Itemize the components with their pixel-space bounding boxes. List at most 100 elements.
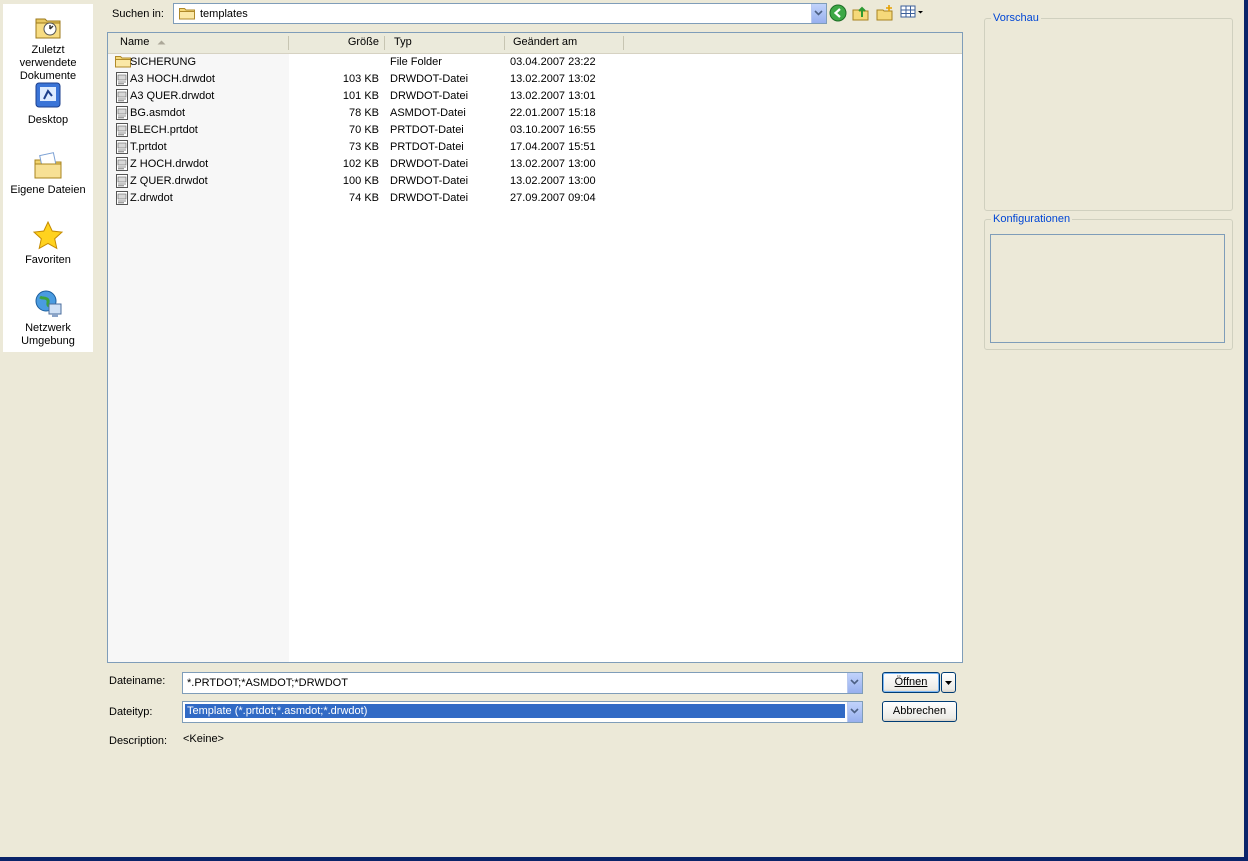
filetype-select[interactable]: Template (*.prtdot;*.asmdot;*.drwdot) (182, 701, 863, 723)
new-folder-icon (876, 5, 893, 21)
back-arrow-icon (829, 4, 847, 22)
file-type: PRTDOT-Datei (390, 124, 464, 136)
filetype-value: Template (*.prtdot;*.asmdot;*.drwdot) (184, 703, 846, 719)
column-header-type[interactable]: Typ (394, 33, 412, 52)
file-row[interactable]: A3 QUER.drwdot 101 KB DRWDOT-Datei 13.02.20… (108, 88, 962, 105)
filename-dropdown-button[interactable] (847, 673, 862, 693)
column-header-size[interactable]: Größe (290, 33, 379, 52)
my-documents-icon (32, 150, 64, 182)
cancel-button[interactable]: Abbrechen (882, 701, 957, 722)
file-name: BLECH.prtdot (130, 124, 198, 136)
file-type: DRWDOT-Datei (390, 175, 469, 187)
file-name: A3 QUER.drwdot (130, 90, 215, 102)
file-modified: 03.10.2007 16:55 (510, 124, 596, 136)
place-network[interactable]: Netzwerk Umgebung (3, 288, 93, 348)
file-type: ASMDOT-Datei (390, 107, 466, 119)
place-favorites[interactable]: Favoriten (3, 220, 93, 267)
file-name: Z QUER.drwdot (130, 175, 208, 187)
description-value: <Keine> (183, 733, 224, 745)
file-name: Z HOCH.drwdot (130, 158, 209, 170)
column-header-modified[interactable]: Geändert am (513, 33, 577, 52)
template-file-icon (115, 89, 129, 106)
dropdown-arrow-icon (945, 681, 952, 685)
lookin-dropdown-button[interactable] (811, 4, 826, 23)
file-list[interactable]: Name Größe Typ Geändert am SICHERUNG File… (107, 32, 963, 663)
file-size: 102 KB (342, 158, 379, 170)
folder-icon (179, 7, 195, 23)
file-row[interactable]: Z HOCH.drwdot 102 KB DRWDOT-Datei 13.02.200… (108, 156, 962, 173)
place-label: Zuletzt verwendete Dokumente (19, 44, 77, 82)
place-label: Eigene Dateien (10, 184, 86, 196)
place-label: Netzwerk Umgebung (21, 322, 75, 347)
window-border-right (1244, 0, 1248, 861)
column-separator[interactable] (288, 36, 289, 50)
template-file-icon (115, 174, 129, 191)
place-desktop[interactable]: Desktop (3, 80, 93, 127)
file-modified: 03.04.2007 23:22 (510, 56, 596, 68)
back-button[interactable] (829, 4, 849, 24)
file-name: T.prtdot (130, 141, 167, 153)
filetype-dropdown-button[interactable] (847, 702, 862, 722)
file-size: 103 KB (342, 73, 379, 85)
file-row[interactable]: Z QUER.drwdot 100 KB DRWDOT-Datei 13.02.200… (108, 173, 962, 190)
place-recent-documents[interactable]: Zuletzt verwendete Dokumente (3, 10, 93, 83)
preview-group: Vorschau (984, 12, 1233, 211)
filename-label: Dateiname: (109, 675, 166, 687)
filename-value: *.PRTDOT;*ASMDOT;*DRWDOT (187, 677, 348, 689)
file-row[interactable]: BLECH.prtdot 70 KB PRTDOT-Datei 03.10.2007 … (108, 122, 962, 139)
view-menu-button[interactable] (900, 4, 924, 24)
file-list-header: Name Größe Typ Geändert am (108, 33, 962, 54)
file-size: 100 KB (342, 175, 379, 187)
file-row[interactable]: BG.asmdot 78 KB ASMDOT-Datei 22.01.2007 15:… (108, 105, 962, 122)
file-size: 101 KB (342, 90, 379, 102)
open-button[interactable]: Öffnen (882, 672, 940, 693)
template-file-icon (115, 191, 129, 208)
file-modified: 13.02.2007 13:00 (510, 175, 596, 187)
open-options-button[interactable] (941, 672, 956, 693)
file-type: DRWDOT-Datei (390, 192, 469, 204)
file-type: DRWDOT-Datei (390, 73, 469, 85)
places-bar: Zuletzt verwendete Dokumente Desktop Eig… (3, 4, 93, 352)
file-modified: 27.09.2007 09:04 (510, 192, 596, 204)
column-separator[interactable] (623, 36, 624, 50)
configurations-list[interactable] (990, 234, 1225, 343)
cancel-button-label: Abbrechen (892, 705, 947, 717)
file-name: A3 HOCH.drwdot (130, 73, 215, 85)
file-row[interactable]: SICHERUNG File Folder 03.04.2007 23:22 (108, 54, 962, 71)
up-folder-button[interactable] (852, 4, 872, 24)
folder-icon (115, 55, 131, 71)
file-modified: 13.02.2007 13:01 (510, 90, 596, 102)
view-grid-icon (900, 5, 923, 18)
recent-documents-icon (32, 10, 64, 42)
place-my-documents[interactable]: Eigene Dateien (3, 150, 93, 197)
file-row[interactable]: A3 HOCH.drwdot 103 KB DRWDOT-Datei 13.02.20… (108, 71, 962, 88)
template-file-icon (115, 123, 129, 140)
favorites-star-icon (32, 220, 64, 252)
description-label: Description: (109, 735, 168, 747)
file-row[interactable]: T.prtdot 73 KB PRTDOT-Datei 17.04.2007 15:5… (108, 139, 962, 156)
new-folder-button[interactable] (876, 4, 896, 24)
preview-title: Vorschau (991, 12, 1041, 24)
file-row[interactable]: Z.drwdot 74 KB DRWDOT-Datei 27.09.2007 09:0… (108, 190, 962, 207)
chevron-down-icon (850, 679, 859, 685)
file-type: DRWDOT-Datei (390, 158, 469, 170)
file-type: File Folder (390, 56, 442, 68)
lookin-label: Suchen in: (112, 8, 164, 20)
file-size: 78 KB (349, 107, 379, 119)
template-file-icon (115, 106, 129, 123)
place-label: Favoriten (25, 254, 71, 266)
up-folder-icon (852, 6, 869, 21)
lookin-combobox[interactable]: templates (173, 3, 827, 24)
configurations-title: Konfigurationen (991, 213, 1073, 225)
column-header-name[interactable]: Name (120, 33, 149, 52)
filetype-label: Dateityp: (109, 706, 153, 718)
column-separator[interactable] (384, 36, 385, 50)
sort-ascending-icon (157, 40, 166, 45)
chevron-down-icon (850, 708, 859, 714)
column-separator[interactable] (504, 36, 505, 50)
file-type: PRTDOT-Datei (390, 141, 464, 153)
filename-input[interactable]: *.PRTDOT;*ASMDOT;*DRWDOT (182, 672, 863, 694)
file-name: BG.asmdot (130, 107, 186, 119)
template-file-icon (115, 157, 129, 174)
template-file-icon (115, 140, 129, 157)
